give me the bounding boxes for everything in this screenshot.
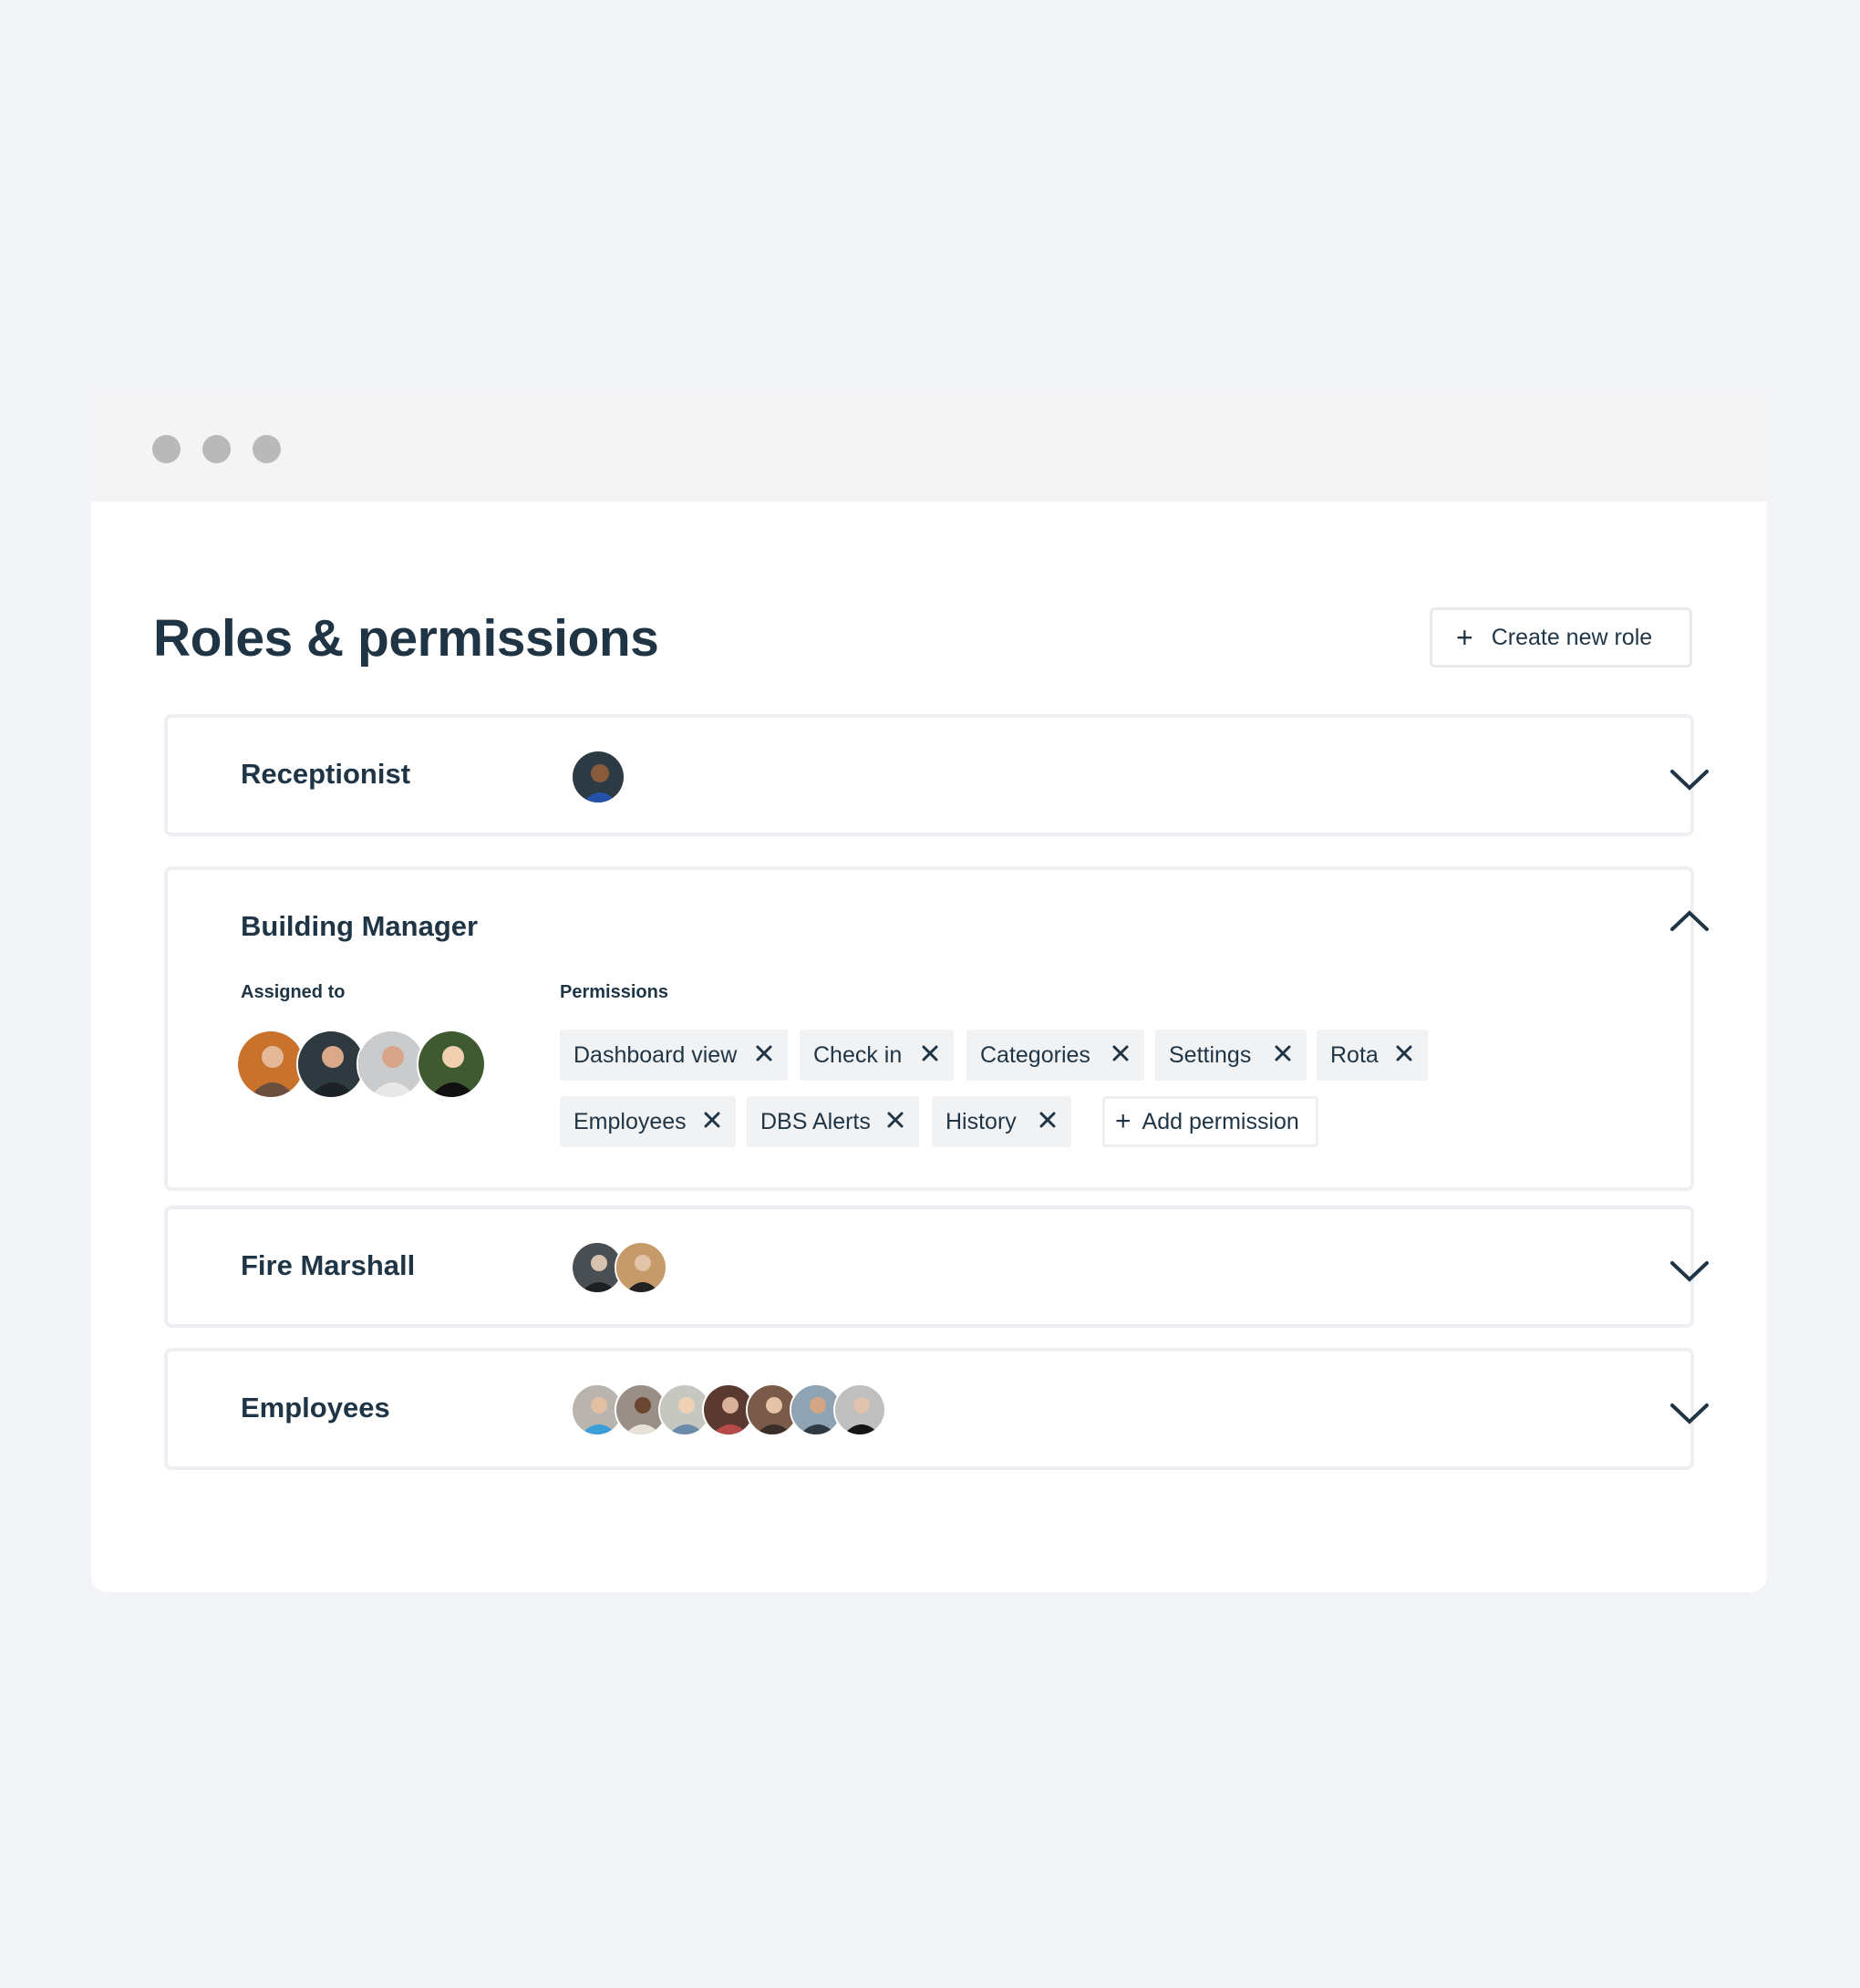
chevron-up-icon[interactable] [1669, 908, 1710, 934]
permission-chip: Dashboard view [560, 1030, 788, 1081]
role-avatars [571, 1383, 886, 1436]
role-avatars [571, 1241, 667, 1294]
permission-chip: Employees [560, 1096, 736, 1147]
add-permission-label: Add permission [1142, 1108, 1299, 1134]
browser-window: Roles & permissions + Create new role Re… [91, 392, 1767, 1592]
permission-label: Check in [813, 1041, 903, 1068]
role-name: Building Manager [241, 910, 479, 942]
role-card-receptionist[interactable]: Receptionist [164, 714, 1709, 836]
chevron-down-icon[interactable] [1669, 767, 1710, 792]
role-card-employees[interactable]: Employees [164, 1348, 1709, 1470]
close-icon[interactable] [919, 1042, 941, 1064]
plus-icon: + [1115, 1106, 1132, 1136]
role-name: Fire Marshall [241, 1249, 416, 1281]
permission-chip: DBS Alerts [747, 1096, 919, 1147]
window-minimize-dot[interactable] [202, 435, 231, 463]
close-icon[interactable] [1037, 1109, 1059, 1131]
permissions-label: Permissions [560, 982, 668, 1002]
permission-label: Settings [1169, 1041, 1252, 1068]
permission-label: DBS Alerts [760, 1108, 871, 1134]
close-icon[interactable] [701, 1109, 723, 1131]
role-name: Receptionist [241, 758, 411, 790]
create-new-role-label: Create new role [1491, 624, 1653, 650]
avatar [615, 1241, 667, 1294]
permission-chip: Settings [1155, 1030, 1307, 1081]
permission-chip: Categories [966, 1030, 1144, 1081]
permission-label: Employees [574, 1108, 687, 1134]
close-icon[interactable] [753, 1042, 775, 1064]
close-icon[interactable] [1110, 1042, 1132, 1064]
page-title: Roles & permissions [153, 609, 659, 668]
permission-chip: Rota [1317, 1030, 1428, 1081]
avatar [417, 1030, 486, 1099]
chevron-down-icon[interactable] [1669, 1401, 1710, 1426]
close-icon[interactable] [1272, 1042, 1294, 1064]
avatar [236, 1030, 305, 1099]
add-permission-button[interactable]: + Add permission [1102, 1096, 1318, 1147]
avatar [833, 1383, 886, 1436]
avatar [571, 750, 625, 804]
role-avatars [571, 750, 625, 804]
assigned-avatars [236, 1030, 486, 1099]
close-icon[interactable] [884, 1109, 906, 1131]
plus-icon: + [1456, 621, 1473, 654]
window-maximize-dot[interactable] [253, 435, 281, 463]
permission-chip: History [932, 1096, 1071, 1147]
permission-label: History [946, 1108, 1017, 1134]
role-card-building-manager[interactable]: Building Manager Assigned to Permissions [164, 866, 1709, 1191]
permission-label: Categories [980, 1041, 1090, 1068]
assigned-to-label: Assigned to [241, 982, 346, 1002]
role-name: Employees [241, 1392, 390, 1424]
background-shape [1550, 0, 1860, 292]
close-icon[interactable] [1393, 1042, 1415, 1064]
role-card-fire-marshall[interactable]: Fire Marshall [164, 1206, 1709, 1328]
create-new-role-button[interactable]: + Create new role [1430, 607, 1692, 668]
avatar [356, 1030, 426, 1099]
window-titlebar [91, 392, 1767, 502]
permission-chip: Check in [800, 1030, 954, 1081]
avatar [296, 1030, 366, 1099]
permission-label: Rota [1330, 1041, 1379, 1068]
chevron-down-icon[interactable] [1669, 1258, 1710, 1284]
permission-label: Dashboard view [574, 1041, 738, 1068]
page-content: Roles & permissions + Create new role Re… [91, 502, 1767, 1592]
window-close-dot[interactable] [152, 435, 181, 463]
